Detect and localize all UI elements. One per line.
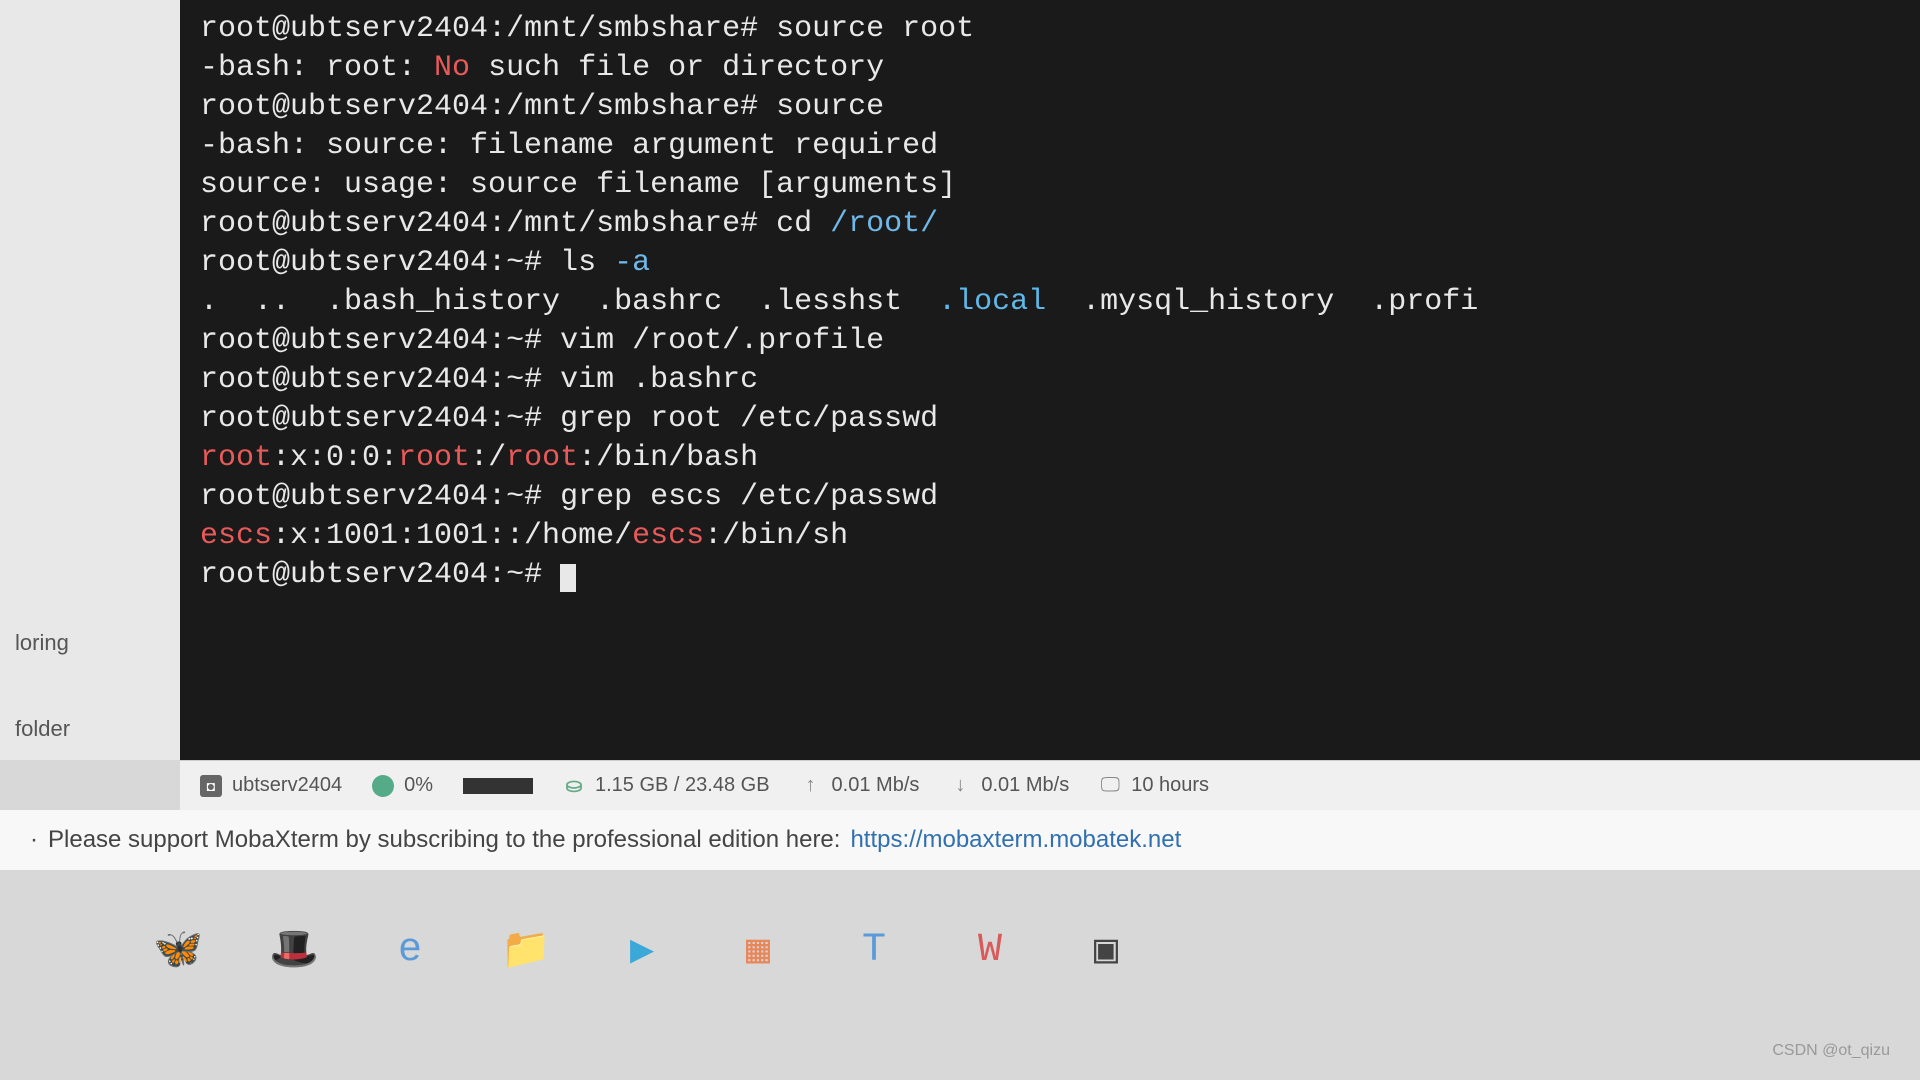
- edge-icon[interactable]: e: [382, 922, 438, 978]
- uptime-label: 10 hours: [1131, 774, 1209, 797]
- disk-icon: ⛀: [563, 775, 585, 797]
- terminal-line: root@ubtserv2404:~#: [200, 556, 1900, 595]
- cpu-icon: [372, 775, 394, 797]
- server-icon: ◘: [200, 775, 222, 797]
- taskbar: 🦋 🎩 e 📁 ▶ ▦ T W ▣: [0, 900, 1920, 1000]
- upload-label: 0.01 Mb/s: [832, 774, 920, 797]
- terminal-line: root@ubtserv2404:~# vim .bashrc: [200, 361, 1900, 400]
- status-bar: ◘ ubtserv2404 0% ⛀ 1.15 GB / 23.48 GB ↑ …: [180, 760, 1920, 810]
- status-mem: ⛀ 1.15 GB / 23.48 GB: [563, 774, 770, 797]
- support-link[interactable]: https://mobaxterm.mobatek.net: [850, 826, 1181, 854]
- play-icon[interactable]: ▶: [614, 922, 670, 978]
- terminal-line: root@ubtserv2404:/mnt/smbshare# source: [200, 88, 1900, 127]
- status-mem-bar: [463, 778, 533, 794]
- clock-icon: 🖵: [1099, 775, 1121, 797]
- cpu-label: 0%: [404, 774, 433, 797]
- terminal-line: root@ubtserv2404:/mnt/smbshare# cd /root…: [200, 205, 1900, 244]
- terminal-line: source: usage: source filename [argument…: [200, 166, 1900, 205]
- support-text: Please support MobaXterm by subscribing …: [48, 826, 840, 854]
- grid-icon[interactable]: ▦: [730, 922, 786, 978]
- t-icon[interactable]: T: [846, 922, 902, 978]
- status-hostname: ◘ ubtserv2404: [200, 774, 342, 797]
- terminal-line: -bash: source: filename argument require…: [200, 127, 1900, 166]
- support-bar: · Please support MobaXterm by subscribin…: [0, 810, 1920, 870]
- cursor: [560, 564, 576, 592]
- sidebar-item-monitoring[interactable]: loring: [10, 600, 180, 686]
- status-download: ↓ 0.01 Mb/s: [949, 774, 1069, 797]
- terminal-output[interactable]: root@ubtserv2404:/mnt/smbshare# source r…: [180, 0, 1920, 760]
- terminal-line: escs:x:1001:1001::/home/escs:/bin/sh: [200, 517, 1900, 556]
- w-icon[interactable]: W: [962, 922, 1018, 978]
- mem-label: 1.15 GB / 23.48 GB: [595, 774, 770, 797]
- terminal-line: root@ubtserv2404:~# ls -a: [200, 244, 1900, 283]
- terminal-line: -bash: root: No such file or directory: [200, 49, 1900, 88]
- sidebar-item-folder[interactable]: folder: [10, 686, 180, 772]
- terminal-line: root@ubtserv2404:~# vim /root/.profile: [200, 322, 1900, 361]
- terminal-line: root@ubtserv2404:~# grep escs /etc/passw…: [200, 478, 1900, 517]
- download-icon: ↓: [949, 775, 971, 797]
- mem-bar-icon: [463, 778, 533, 794]
- terminal-line: root@ubtserv2404:~# grep root /etc/passw…: [200, 400, 1900, 439]
- sidebar: loring folder: [0, 0, 180, 760]
- upload-icon: ↑: [800, 775, 822, 797]
- terminal-line: root@ubtserv2404:/mnt/smbshare# source r…: [200, 10, 1900, 49]
- terminal-line: root:x:0:0:root:/root:/bin/bash: [200, 439, 1900, 478]
- terminal-icon[interactable]: ▣: [1078, 922, 1134, 978]
- butterfly-icon[interactable]: 🦋: [150, 922, 206, 978]
- folder-icon[interactable]: 📁: [498, 922, 554, 978]
- download-label: 0.01 Mb/s: [981, 774, 1069, 797]
- watermark: CSDN @ot_qizu: [1772, 1042, 1890, 1060]
- status-uptime: 🖵 10 hours: [1099, 774, 1209, 797]
- terminal-line: . .. .bash_history .bashrc .lesshst .loc…: [200, 283, 1900, 322]
- hostname-label: ubtserv2404: [232, 774, 342, 797]
- status-cpu: 0%: [372, 774, 433, 797]
- hat-icon[interactable]: 🎩: [266, 922, 322, 978]
- status-upload: ↑ 0.01 Mb/s: [800, 774, 920, 797]
- bullet-icon: ·: [30, 826, 38, 854]
